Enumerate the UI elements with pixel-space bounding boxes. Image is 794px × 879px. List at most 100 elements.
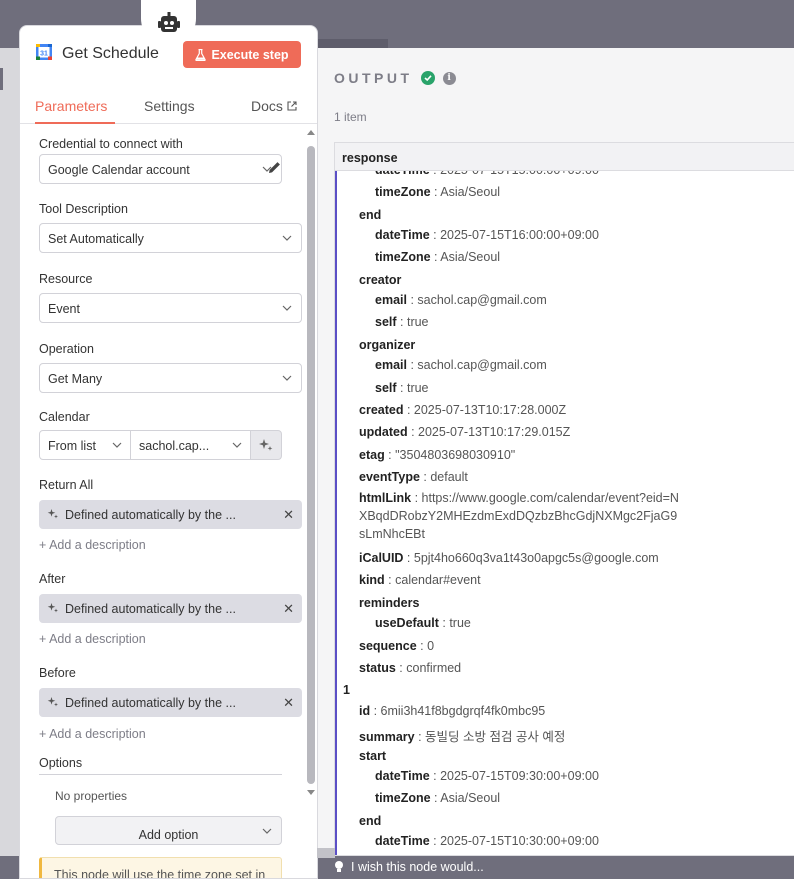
- json-row[interactable]: iCalUID : 5pjt4ho660q3va1t43o0apgc5s@goo…: [359, 551, 659, 565]
- tab-docs[interactable]: Docs: [251, 98, 297, 114]
- flask-icon: [195, 48, 207, 61]
- pencil-icon[interactable]: [267, 160, 282, 175]
- google-calendar-icon: 31: [36, 44, 52, 60]
- operation-value: Get Many: [48, 372, 103, 386]
- json-row[interactable]: timeZone : Asia/Seoul: [375, 791, 500, 805]
- add-description-link[interactable]: + Add a description: [39, 727, 146, 741]
- options-label: Options: [39, 756, 83, 770]
- external-link-icon: [287, 101, 297, 111]
- add-description-link[interactable]: + Add a description: [39, 632, 146, 646]
- lightbulb-icon: [335, 861, 343, 872]
- info-icon[interactable]: i: [442, 71, 456, 85]
- after-auto-field[interactable]: Defined automatically by the ... ✕: [39, 594, 302, 623]
- tab-settings[interactable]: Settings: [144, 98, 195, 114]
- json-row[interactable]: self : true: [375, 315, 429, 329]
- scroll-down-arrow[interactable]: [307, 790, 315, 795]
- tab-docs-label: Docs: [251, 98, 283, 114]
- chevron-down-icon: [262, 828, 272, 834]
- tree-indent-line: [335, 171, 337, 855]
- add-description-link[interactable]: + Add a description: [39, 538, 146, 552]
- json-row[interactable]: email : sachol.cap@gmail.com: [375, 358, 547, 372]
- left-collapsed-pane[interactable]: [0, 48, 20, 856]
- after-label: After: [39, 572, 66, 586]
- feedback-link[interactable]: I wish this node would...: [333, 860, 484, 874]
- execute-step-label: Execute step: [211, 47, 289, 62]
- parameters-form: Credential to connect with Google Calend…: [20, 124, 317, 878]
- before-auto-field[interactable]: Defined automatically by the ... ✕: [39, 688, 302, 717]
- json-row[interactable]: useDefault : true: [375, 616, 471, 630]
- json-row[interactable]: start: [359, 749, 386, 763]
- json-tree-header: response: [335, 143, 794, 171]
- json-row[interactable]: updated : 2025-07-13T10:17:29.015Z: [359, 425, 570, 439]
- return-all-label: Return All: [39, 478, 94, 492]
- json-row[interactable]: creator: [359, 273, 401, 287]
- json-tree[interactable]: response dateTime : 2025-07-15T15:00:00+…: [334, 142, 794, 856]
- json-row[interactable]: htmlLink : https://www.google.com/calend…: [359, 489, 679, 543]
- scrollbar-thumb[interactable]: [307, 146, 315, 784]
- json-row[interactable]: email : sachol.cap@gmail.com: [375, 293, 547, 307]
- sparkles-icon: [47, 603, 58, 613]
- output-pane: OUTPUT i 1 item response dateTime : 2025…: [318, 48, 794, 856]
- json-row[interactable]: sequence : 0: [359, 639, 434, 653]
- calendar-select[interactable]: sachol.cap...: [130, 430, 251, 460]
- json-row[interactable]: summary : 동빌딩 소방 점검 공사 예정: [359, 726, 565, 745]
- chevron-down-icon: [112, 442, 122, 448]
- json-row[interactable]: organizer: [359, 338, 415, 352]
- tool-description-value: Set Automatically: [48, 232, 144, 246]
- add-option-label: Add option: [138, 827, 199, 842]
- json-row[interactable]: end: [359, 208, 381, 222]
- after-value: Defined automatically by the ...: [65, 602, 236, 616]
- operation-label: Operation: [39, 342, 94, 356]
- chevron-down-icon: [232, 442, 242, 448]
- sparkles-icon: [47, 697, 58, 707]
- chevron-down-icon: [282, 235, 292, 241]
- output-item-count: 1 item: [334, 110, 367, 124]
- json-row[interactable]: timeZone : Asia/Seoul: [375, 185, 500, 199]
- clear-icon[interactable]: ✕: [283, 695, 294, 711]
- clear-icon[interactable]: ✕: [283, 601, 294, 617]
- chevron-down-icon: [282, 375, 292, 381]
- json-row[interactable]: end: [359, 814, 381, 828]
- json-row[interactable]: dateTime : 2025-07-15T09:30:00+09:00: [375, 769, 599, 783]
- json-row[interactable]: kind : calendar#event: [359, 573, 481, 587]
- success-check-icon: [420, 71, 435, 85]
- json-row[interactable]: reminders: [359, 596, 419, 610]
- resource-value: Event: [48, 302, 80, 316]
- scroll-up-arrow[interactable]: [307, 130, 315, 135]
- json-row[interactable]: 1: [343, 683, 350, 697]
- json-row[interactable]: id : 6mii3h41f8bgdgrqf4fk0mbc95: [359, 704, 545, 718]
- clear-icon[interactable]: ✕: [283, 507, 294, 523]
- svg-text:31: 31: [40, 51, 48, 58]
- add-option-button[interactable]: Add option: [55, 816, 282, 845]
- calendar-picker: From list sachol.cap...: [39, 430, 302, 460]
- panel-tabs: Parameters Settings Docs: [20, 92, 317, 124]
- chevron-down-icon: [282, 305, 292, 311]
- output-title: OUTPUT i: [334, 70, 456, 86]
- json-row[interactable]: timeZone : Asia/Seoul: [375, 250, 500, 264]
- return-all-auto-field[interactable]: Defined automatically by the ... ✕: [39, 500, 302, 529]
- calendar-mode-value: From list: [48, 439, 96, 453]
- sparkles-icon: [47, 509, 58, 519]
- left-pane-marker: [0, 68, 3, 90]
- json-row[interactable]: etag : "3504803698030910": [359, 448, 515, 462]
- json-row[interactable]: dateTime : 2025-07-15T16:00:00+09:00: [375, 228, 599, 242]
- node-title[interactable]: Get Schedule: [62, 45, 159, 63]
- panel-resize-handle[interactable]: [317, 848, 335, 858]
- before-value: Defined automatically by the ...: [65, 696, 236, 710]
- credential-value: Google Calendar account: [48, 163, 190, 177]
- tab-parameters[interactable]: Parameters: [35, 98, 107, 114]
- before-label: Before: [39, 666, 76, 680]
- credential-select[interactable]: Google Calendar account: [39, 154, 282, 184]
- json-row[interactable]: created : 2025-07-13T10:17:28.000Z: [359, 403, 566, 417]
- json-row[interactable]: status : confirmed: [359, 661, 461, 675]
- resource-select[interactable]: Event: [39, 293, 302, 323]
- json-row[interactable]: eventType : default: [359, 470, 468, 484]
- json-row[interactable]: dateTime : 2025-07-15T10:30:00+09:00: [375, 834, 599, 848]
- tool-description-select[interactable]: Set Automatically: [39, 223, 302, 253]
- calendar-mode-select[interactable]: From list: [39, 430, 131, 460]
- json-row[interactable]: self : true: [375, 381, 429, 395]
- operation-select[interactable]: Get Many: [39, 363, 302, 393]
- options-divider: [39, 774, 282, 775]
- ai-fill-button[interactable]: [250, 430, 282, 460]
- execute-step-button[interactable]: Execute step: [183, 41, 301, 68]
